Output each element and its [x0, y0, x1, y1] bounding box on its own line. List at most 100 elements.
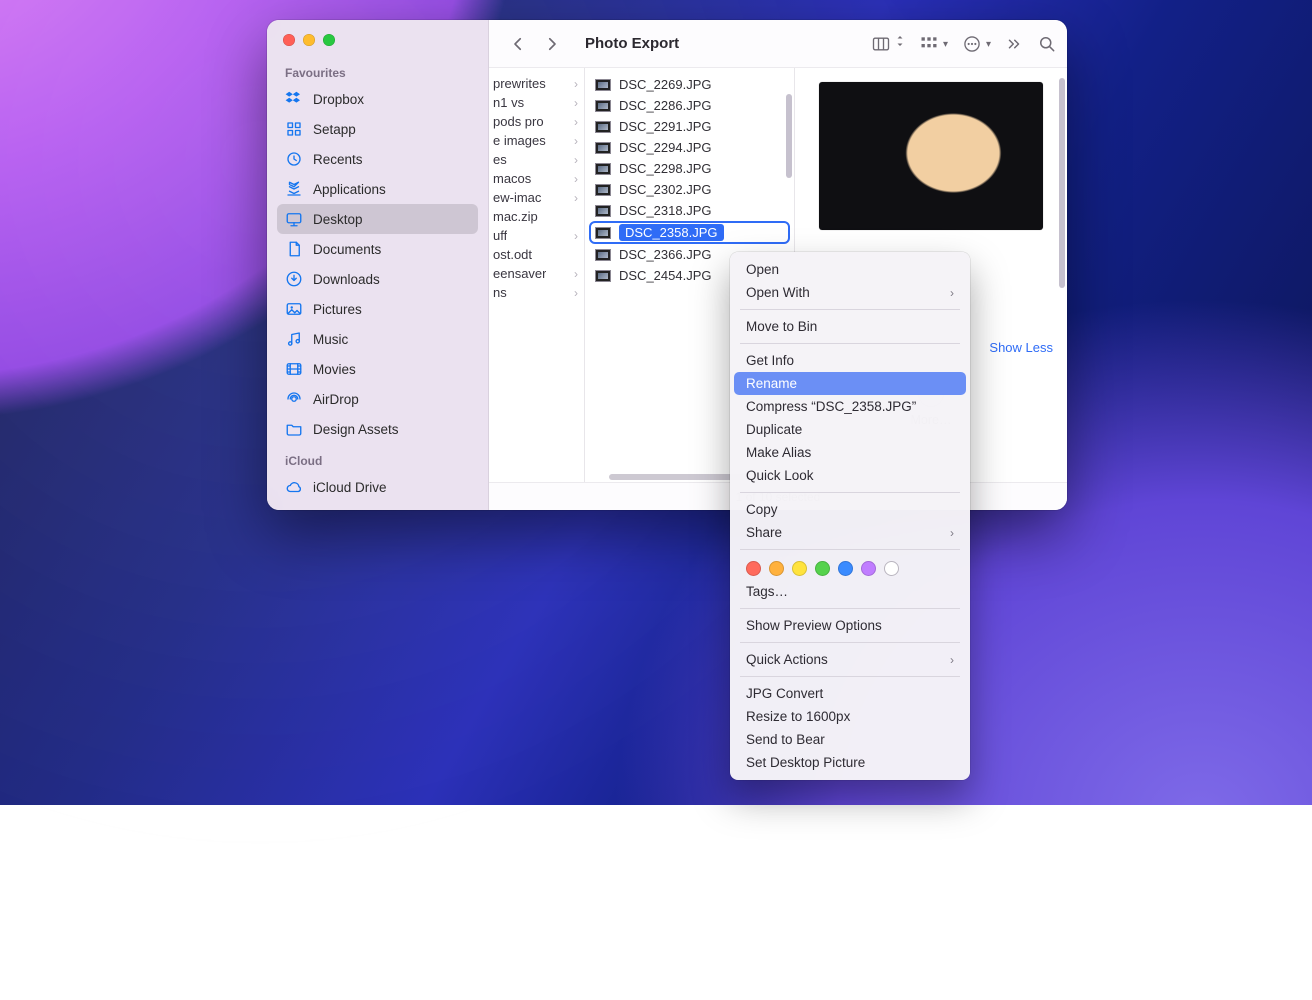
sidebar-item-setapp[interactable]: Setapp — [277, 114, 478, 144]
sidebar-item-pictures[interactable]: Pictures — [277, 294, 478, 324]
menu-separator — [740, 608, 960, 609]
column1-row[interactable]: ost.odt — [489, 245, 584, 264]
sidebar-item-movies[interactable]: Movies — [277, 354, 478, 384]
menu-item[interactable]: Get Info — [734, 349, 966, 372]
menu-item[interactable]: Quick Look — [734, 464, 966, 487]
menu-item[interactable]: Show Preview Options — [734, 614, 966, 637]
file-row[interactable]: DSC_2294.JPG — [585, 137, 794, 158]
folder-icon — [285, 420, 303, 438]
sidebar-item-desktop[interactable]: Desktop — [277, 204, 478, 234]
toolbar-overflow-button[interactable] — [1005, 35, 1023, 53]
file-row[interactable]: DSC_2302.JPG — [585, 179, 794, 200]
sidebar-item-dropbox[interactable]: Dropbox — [277, 84, 478, 114]
sidebar-item-label: Music — [313, 332, 348, 347]
sidebar-item-label: Design Assets — [313, 422, 399, 437]
column1-row[interactable]: eensaver› — [489, 264, 584, 283]
column1-row[interactable]: e images› — [489, 131, 584, 150]
image-thumbnail-icon — [595, 184, 611, 196]
tag-color[interactable] — [815, 561, 830, 576]
menu-item[interactable]: Share› — [734, 521, 966, 544]
close-button[interactable] — [283, 34, 295, 46]
file-row[interactable]: DSC_2291.JPG — [585, 116, 794, 137]
movie-icon — [285, 360, 303, 378]
menu-item-label: Copy — [746, 502, 778, 517]
nav-back-button[interactable] — [503, 30, 533, 58]
column1-row-label: pods pro — [493, 114, 544, 129]
menu-item[interactable]: JPG Convert — [734, 682, 966, 705]
column1-row[interactable]: pods pro› — [489, 112, 584, 131]
column1-row[interactable]: ew-imac› — [489, 188, 584, 207]
view-mode-button[interactable] — [871, 34, 905, 54]
sidebar-item-design-assets[interactable]: Design Assets — [277, 414, 478, 444]
file-name: DSC_2294.JPG — [619, 140, 712, 155]
menu-item[interactable]: Duplicate — [734, 418, 966, 441]
tag-color[interactable] — [746, 561, 761, 576]
menu-item[interactable]: Compress “DSC_2358.JPG” — [734, 395, 966, 418]
menu-item[interactable]: Send to Bear — [734, 728, 966, 751]
chevron-right-icon: › — [574, 153, 578, 167]
group-by-button[interactable]: ▾ — [919, 34, 948, 54]
column1-row[interactable]: macos› — [489, 169, 584, 188]
column1-row-label: mac.zip — [493, 209, 538, 224]
menu-separator — [740, 492, 960, 493]
file-row[interactable]: DSC_2269.JPG — [585, 74, 794, 95]
image-thumbnail-icon — [595, 79, 611, 91]
column1-row-label: ns — [493, 285, 507, 300]
window-controls — [277, 28, 478, 56]
menu-separator — [740, 642, 960, 643]
menu-item-label: Set Desktop Picture — [746, 755, 865, 770]
column1-row-label: n1 vs — [493, 95, 524, 110]
file-row[interactable]: DSC_2298.JPG — [585, 158, 794, 179]
zoom-button[interactable] — [323, 34, 335, 46]
minimize-button[interactable] — [303, 34, 315, 46]
doc-icon — [285, 240, 303, 258]
menu-item-label: Share — [746, 525, 782, 540]
file-row[interactable]: DSC_2358.JPG — [585, 221, 794, 244]
menu-item[interactable]: Open With› — [734, 281, 966, 304]
menu-item-label: Duplicate — [746, 422, 802, 437]
finder-toolbar: Photo Export ▾ ▾ — [489, 20, 1067, 68]
sidebar-item-recents[interactable]: Recents — [277, 144, 478, 174]
file-row[interactable]: DSC_2318.JPG — [585, 200, 794, 221]
menu-item[interactable]: Resize to 1600px — [734, 705, 966, 728]
menu-item[interactable]: Rename — [734, 372, 966, 395]
file-row[interactable]: DSC_2286.JPG — [585, 95, 794, 116]
menu-item[interactable]: Quick Actions› — [734, 648, 966, 671]
sidebar-item-documents[interactable]: Documents — [277, 234, 478, 264]
tag-color[interactable] — [769, 561, 784, 576]
column1-row[interactable]: n1 vs› — [489, 93, 584, 112]
tag-color[interactable] — [884, 561, 899, 576]
image-thumbnail-icon — [595, 100, 611, 112]
chevron-right-icon: › — [574, 229, 578, 243]
tag-color[interactable] — [792, 561, 807, 576]
menu-item[interactable]: Open — [734, 258, 966, 281]
music-icon — [285, 330, 303, 348]
column1-row[interactable]: uff› — [489, 226, 584, 245]
column1-row[interactable]: ns› — [489, 283, 584, 302]
sidebar-item-airdrop[interactable]: AirDrop — [277, 384, 478, 414]
menu-item-label: Send to Bear — [746, 732, 825, 747]
sidebar-item-applications[interactable]: Applications — [277, 174, 478, 204]
action-button[interactable]: ▾ — [962, 34, 991, 54]
menu-item-label: Quick Actions — [746, 652, 828, 667]
sidebar-item-downloads[interactable]: Downloads — [277, 264, 478, 294]
nav-forward-button[interactable] — [537, 30, 567, 58]
chevron-right-icon: › — [574, 267, 578, 281]
column1-row[interactable]: mac.zip — [489, 207, 584, 226]
sidebar-item-label: iCloud Drive — [313, 480, 387, 495]
tag-color[interactable] — [861, 561, 876, 576]
sidebar-item-icloud-drive[interactable]: iCloud Drive — [277, 472, 478, 502]
menu-item[interactable]: Set Desktop Picture — [734, 751, 966, 774]
preview-scrollbar[interactable] — [1057, 78, 1067, 472]
menu-item[interactable]: Tags… — [734, 580, 966, 603]
menu-item[interactable]: Copy — [734, 498, 966, 521]
sidebar-item-music[interactable]: Music — [277, 324, 478, 354]
search-button[interactable] — [1037, 34, 1057, 54]
menu-item[interactable]: Make Alias — [734, 441, 966, 464]
column1-row[interactable]: prewrites› — [489, 74, 584, 93]
column1-row[interactable]: es› — [489, 150, 584, 169]
tag-color[interactable] — [838, 561, 853, 576]
menu-item[interactable]: Move to Bin — [734, 315, 966, 338]
sidebar-item-label: Movies — [313, 362, 356, 377]
show-less-link[interactable]: Show Less — [989, 340, 1053, 355]
